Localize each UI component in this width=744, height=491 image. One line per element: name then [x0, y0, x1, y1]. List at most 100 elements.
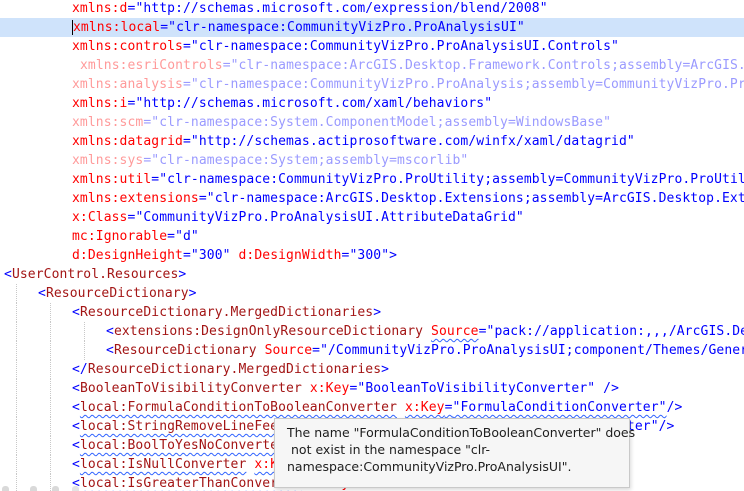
code-token: xmlns:d — [72, 1, 128, 16]
code-token: </ — [72, 362, 88, 377]
code-token: "clr-namespace:CommunityVizPro.ProAnalys… — [190, 77, 744, 92]
code-token: < — [72, 419, 80, 434]
code-line[interactable]: xmlns:esriControls="clr-namespace:ArcGIS… — [0, 56, 744, 75]
tooltip-line-2: not exist in the namespace "clr- — [291, 442, 491, 457]
code-token: xmlns:i — [72, 96, 128, 111]
code-token: "CommunityVizPro.ProAnalysisUI.Attribute… — [135, 210, 524, 225]
code-token: xmlns:datagrid — [72, 134, 183, 149]
code-line[interactable]: <ResourceDictionary.MergedDictionaries> — [0, 303, 744, 322]
code-token: "clr-namespace:System;assembly=mscorlib" — [151, 153, 469, 168]
code-line[interactable]: </ResourceDictionary.MergedDictionaries> — [0, 360, 744, 379]
code-token: xmlns:util — [72, 172, 152, 187]
code-token: xmlns:scm — [72, 115, 144, 130]
code-text: xmlns:scm="clr-namespace:System.Componen… — [72, 113, 611, 132]
code-text: d:DesignHeight="300" d:DesignWidth="300"… — [72, 246, 397, 265]
code-line[interactable]: d:DesignHeight="300" d:DesignWidth="300"… — [0, 246, 744, 265]
code-token: BooleanToVisibilityConverter — [79, 381, 302, 396]
code-token: /> — [595, 381, 619, 396]
code-text: xmlns:controls="clr-namespace:CommunityV… — [72, 37, 619, 56]
code-token: local:FormulaConditionToBooleanConverter — [79, 400, 398, 415]
code-token: < — [72, 381, 80, 396]
code-token: "300" — [190, 248, 231, 263]
code-token: = — [182, 77, 191, 92]
code-text: <ResourceDictionary.MergedDictionaries> — [72, 303, 381, 322]
code-token: xmlns:esriControls — [80, 58, 223, 73]
code-token: "http://schemas.actiprosoftware.com/winf… — [190, 134, 635, 149]
code-token: /> — [666, 400, 683, 415]
code-text: <local:FormulaConditionToBooleanConverte… — [72, 398, 682, 417]
error-list-strip — [0, 486, 90, 491]
code-token: < — [4, 267, 12, 282]
code-token: xmlns — [72, 20, 113, 35]
code-token: > — [389, 248, 398, 263]
code-text: <ResourceDictionary Source="/CommunityVi… — [106, 341, 744, 360]
code-text: xmlns:i="http://schemas.microsoft.com/xa… — [72, 94, 492, 113]
code-line[interactable]: xmlns:scm="clr-namespace:System.Componen… — [0, 113, 744, 132]
code-line[interactable]: x:Class="CommunityVizPro.ProAnalysisUI.A… — [0, 208, 744, 227]
code-text: xmlns:sys="clr-namespace:System;assembly… — [72, 151, 468, 170]
code-token: ResourceDictionary — [113, 343, 257, 358]
code-token: "http://schemas.microsoft.com/xaml/behav… — [135, 96, 493, 111]
code-line[interactable]: <BooleanToVisibilityConverter x:Key="Boo… — [0, 379, 744, 398]
code-line[interactable]: xmlns:datagrid="http://schemas.actiproso… — [0, 132, 744, 151]
code-text: xmlns:esriControls="clr-namespace:ArcGIS… — [80, 56, 744, 75]
code-token: xmlns:extensions — [72, 191, 199, 206]
code-token: ResourceDictionary.MergedDictionaries — [79, 305, 374, 320]
code-token: UserControl.Resources — [11, 267, 179, 282]
code-token: ResourceDictionary — [45, 286, 189, 301]
code-line[interactable]: mc:Ignorable="d" — [0, 227, 744, 246]
code-token: "FormulaConditionConverter" — [452, 400, 667, 415]
code-token: "clr-namespace:ArcGIS.Desktop.Extensions… — [206, 191, 744, 206]
code-token: local:IsGreaterThanConverter — [79, 476, 302, 491]
code-text: xmlns:util="clr-namespace:CommunityVizPr… — [72, 170, 744, 189]
code-line[interactable]: xmlns:extensions="clr-namespace:ArcGIS.D… — [0, 189, 744, 208]
code-line[interactable]: xmlns:sys="clr-namespace:System;assembly… — [0, 151, 744, 170]
code-line[interactable]: xmlns:controls="clr-namespace:CommunityV… — [0, 37, 744, 56]
code-line[interactable]: xmlns:d="http://schemas.microsoft.com/ex… — [0, 0, 744, 18]
code-token: x:Class — [72, 210, 128, 225]
code-token: "clr-namespace:CommunityVizPro.ProAnalys… — [190, 39, 619, 54]
code-line[interactable]: xmlns:i="http://schemas.microsoft.com/xa… — [0, 94, 744, 113]
code-line[interactable]: xmlns:analysis="clr-namespace:CommunityV… — [0, 75, 744, 94]
tooltip-line-1: The name "FormulaConditionToBooleanConve… — [287, 425, 636, 440]
code-token: < — [106, 343, 114, 358]
code-token: "clr-namespace:CommunityVizPro.ProAnalys… — [168, 20, 525, 35]
info-marker-icon — [52, 486, 59, 491]
code-text: <UserControl.Resources> — [4, 265, 186, 284]
code-line[interactable]: <extensions:DesignOnlyResourceDictionary… — [0, 322, 744, 341]
code-token: x:Key — [309, 381, 350, 396]
code-token: d:DesignWidth — [238, 248, 342, 263]
code-line[interactable]: <UserControl.Resources> — [0, 265, 744, 284]
code-token: "clr-namespace:ArcGIS.Desktop.Framework.… — [230, 58, 744, 73]
code-token: = — [167, 229, 176, 244]
code-token: > — [188, 286, 197, 301]
code-text: <BooleanToVisibilityConverter x:Key="Boo… — [72, 379, 619, 398]
code-token: < — [72, 305, 80, 320]
code-token: "pack://application:,,,/ArcGIS.Desktop.F… — [486, 324, 744, 339]
code-token: > — [373, 305, 382, 320]
code-text: xmlns:local="clr-namespace:CommunityVizP… — [72, 18, 525, 37]
code-line[interactable]: xmlns:local="clr-namespace:CommunityVizP… — [0, 18, 744, 37]
code-text: </ResourceDictionary.MergedDictionaries> — [72, 360, 389, 379]
code-token: "/CommunityVizPro.ProAnalysisUI;componen… — [320, 343, 744, 358]
code-line[interactable]: xmlns:util="clr-namespace:CommunityVizPr… — [0, 170, 744, 189]
code-token: xmlns:analysis — [72, 77, 183, 92]
code-line[interactable]: <ResourceDictionary Source="/CommunityVi… — [0, 341, 744, 360]
code-token: = — [198, 191, 207, 206]
code-token: :local — [112, 20, 161, 35]
code-token: < — [38, 286, 46, 301]
tooltip-line-3: namespace:CommunityVizPro.ProAnalysisUI"… — [287, 459, 572, 474]
code-token: = — [222, 58, 231, 73]
code-token: = — [182, 248, 191, 263]
error-tooltip: The name "FormulaConditionToBooleanConve… — [274, 418, 636, 488]
code-token: "http://schemas.microsoft.com/expression… — [135, 1, 548, 16]
code-line[interactable]: <ResourceDictionary> — [0, 284, 744, 303]
code-text: xmlns:datagrid="http://schemas.actiproso… — [72, 132, 635, 151]
code-token: local:IsNullConverter — [79, 457, 247, 472]
code-line[interactable]: <local:FormulaConditionToBooleanConverte… — [0, 398, 744, 417]
